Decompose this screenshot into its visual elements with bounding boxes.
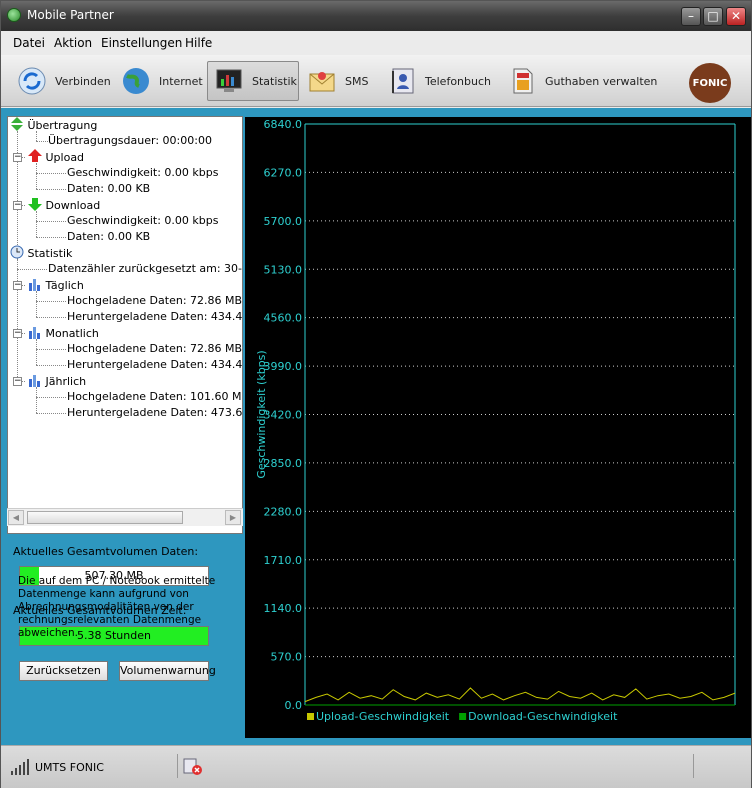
tree-monatlich-up[interactable]: Hochgeladene Daten: 72.86 MB	[67, 341, 242, 357]
y-tick-label: 1710.0	[264, 554, 303, 567]
fonic-logo: FONIC	[689, 63, 731, 103]
volume-note: Die auf dem PC / Notebook ermittelte Dat…	[18, 575, 216, 639]
y-tick-label: 2850.0	[264, 457, 303, 470]
scroll-right-icon[interactable]: ▶	[225, 510, 241, 525]
tree-upload-data[interactable]: Daten: 0.00 KB	[67, 181, 150, 197]
globe-icon	[119, 64, 153, 98]
collapse-taeglich-toggle[interactable]: −	[13, 281, 22, 290]
toolbar-internet[interactable]: Internet	[119, 61, 203, 101]
menu-aktion[interactable]: Aktion	[54, 36, 92, 50]
y-tick-label: 2280.0	[264, 505, 303, 518]
window-title: Mobile Partner	[27, 8, 114, 22]
menu-datei[interactable]: Datei	[13, 36, 45, 50]
tree-horizontal-scrollbar[interactable]: ◀ ▶	[7, 508, 243, 526]
y-axis-label: Geschwindigkeit (kbps)	[255, 350, 268, 478]
sim-card-icon	[505, 64, 539, 98]
legend-swatch-0	[307, 713, 314, 720]
tree-reset-date[interactable]: Datenzähler zurückgesetzt am: 30-04-20	[48, 261, 242, 277]
scroll-left-icon[interactable]: ◀	[8, 510, 24, 525]
upload-arrow-icon	[28, 149, 42, 162]
tree-download-speed[interactable]: Geschwindigkeit: 0.00 kbps	[67, 213, 218, 229]
collapse-upload-toggle[interactable]: −	[13, 153, 22, 162]
menu-hilfe[interactable]: Hilfe	[185, 36, 212, 50]
reset-button[interactable]: Zurücksetzen	[19, 661, 108, 681]
statistics-left-pane: − − − − − Übertragung Übertragungsdauer:…	[1, 108, 245, 745]
signal-strength-icon	[11, 759, 29, 775]
tree-jaehrlich-down[interactable]: Heruntergeladene Daten: 473.60 MB	[67, 405, 242, 421]
volume-warning-button[interactable]: Volumenwarnung	[119, 661, 216, 681]
volume-data-label: Aktuelles Gesamtvolumen Daten:	[13, 545, 199, 558]
tree-statistik[interactable]: Statistik	[10, 245, 72, 261]
tree-taeglich[interactable]: Täglich	[28, 277, 84, 293]
y-tick-label: 5700.0	[264, 215, 303, 228]
toolbar-verbinden[interactable]: Verbinden	[15, 61, 111, 101]
y-tick-label: 6840.0	[264, 118, 303, 131]
toolbar-telefonbuch[interactable]: Telefonbuch	[385, 61, 491, 101]
speed-chart: 0.0 570.0 1140.0 1710.0 2280.0 2850.0 3420.0 39…	[245, 117, 751, 738]
toolbar-statistik[interactable]: Statistik	[207, 61, 299, 101]
collapse-monatlich-toggle[interactable]: −	[13, 329, 22, 338]
y-tick-label: 1140.0	[264, 602, 303, 615]
main-window: Mobile Partner – □ ✕ Datei Aktion Einste…	[0, 0, 752, 788]
network-status: UMTS FONIC	[35, 761, 104, 774]
download-arrow-icon	[28, 198, 42, 211]
statistics-tree[interactable]: − − − − − Übertragung Übertragungsdauer:…	[7, 116, 243, 534]
tree-monatlich-down[interactable]: Heruntergeladene Daten: 434.44 MB	[67, 357, 242, 373]
y-tick-label: 3420.0	[264, 409, 303, 422]
toolbar: Verbinden Internet Statistik SMS Telefon…	[1, 55, 751, 107]
y-tick-label: 3990.0	[264, 360, 303, 373]
toolbar-sms[interactable]: SMS	[305, 61, 368, 101]
status-bar: UMTS FONIC	[1, 745, 751, 788]
y-tick-label: 0.0	[285, 699, 303, 712]
tree-jaehrlich[interactable]: Jährlich	[28, 373, 86, 389]
app-icon	[7, 8, 21, 22]
y-tick-label: 5130.0	[264, 263, 303, 276]
bar-chart-icon	[29, 327, 40, 339]
connect-icon	[15, 64, 49, 98]
y-tick-label: 6270.0	[264, 166, 303, 179]
minimize-button[interactable]: –	[681, 7, 701, 26]
bar-chart-icon	[29, 279, 40, 291]
clock-icon	[10, 245, 24, 259]
close-button[interactable]: ✕	[726, 7, 746, 26]
menu-bar: Datei Aktion Einstellungen Hilfe	[1, 31, 751, 55]
phonebook-icon	[385, 64, 419, 98]
tree-uebertragung[interactable]: Übertragung	[10, 117, 97, 133]
sms-error-icon[interactable]	[183, 758, 203, 776]
collapse-jaehrlich-toggle[interactable]: −	[13, 377, 22, 386]
maximize-button[interactable]: □	[703, 7, 723, 26]
tree-monatlich[interactable]: Monatlich	[28, 325, 99, 341]
legend-label-1: Download-Geschwindigkeit	[468, 710, 618, 723]
legend-label-0: Upload-Geschwindigkeit	[316, 710, 450, 723]
statistics-icon	[212, 64, 246, 98]
tree-jaehrlich-up[interactable]: Hochgeladene Daten: 101.60 MB	[67, 389, 242, 405]
tree-download[interactable]: Download	[28, 197, 100, 213]
tree-taeglich-up[interactable]: Hochgeladene Daten: 72.86 MB	[67, 293, 242, 309]
tree-dauer[interactable]: Übertragungsdauer: 00:00:00	[48, 133, 212, 149]
title-bar[interactable]: Mobile Partner – □ ✕	[1, 1, 751, 31]
y-tick-label: 570.0	[271, 651, 303, 664]
y-tick-label: 4560.0	[264, 312, 303, 325]
tree-upload-speed[interactable]: Geschwindigkeit: 0.00 kbps	[67, 165, 218, 181]
bar-chart-icon	[29, 375, 40, 387]
menu-einstellungen[interactable]: Einstellungen	[101, 36, 182, 50]
collapse-download-toggle[interactable]: −	[13, 201, 22, 210]
tree-upload[interactable]: Upload	[28, 149, 84, 165]
tree-download-data[interactable]: Daten: 0.00 KB	[67, 229, 150, 245]
legend-swatch-1	[459, 713, 467, 720]
speed-chart-pane: 0.0 570.0 1140.0 1710.0 2280.0 2850.0 3420.0 39…	[245, 108, 751, 745]
tree-taeglich-down[interactable]: Heruntergeladene Daten: 434.44 MB	[67, 309, 242, 325]
chart-background	[245, 117, 751, 738]
scroll-thumb[interactable]	[27, 511, 183, 524]
envelope-icon	[305, 64, 339, 98]
toolbar-guthaben[interactable]: Guthaben verwalten	[505, 61, 657, 101]
transfer-icon	[11, 117, 23, 131]
